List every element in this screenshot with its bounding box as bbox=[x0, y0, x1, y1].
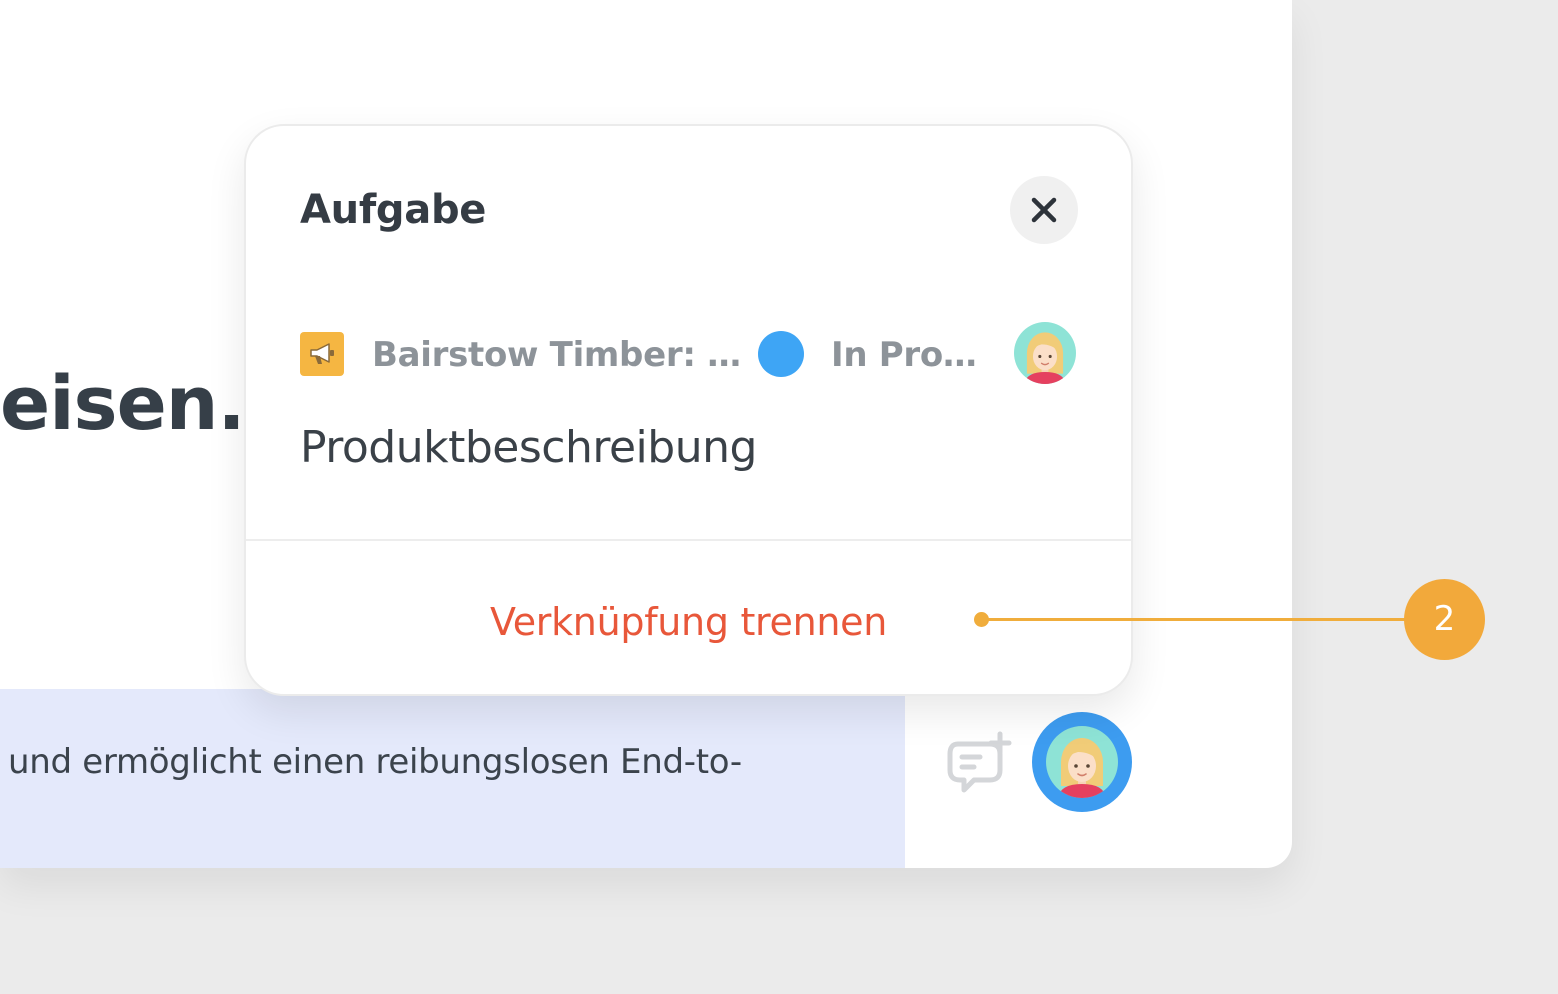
callout-line bbox=[981, 618, 1407, 621]
status-label[interactable]: In Pro… bbox=[831, 330, 977, 380]
megaphone-icon bbox=[300, 332, 344, 376]
close-button[interactable] bbox=[1010, 176, 1078, 244]
project-link[interactable]: Bairstow Timber: … bbox=[372, 330, 741, 380]
assignee-avatar[interactable] bbox=[1014, 322, 1076, 384]
status-indicator bbox=[758, 331, 804, 377]
popup-divider bbox=[246, 539, 1131, 541]
highlighted-paragraph-text: und ermöglicht einen reibungslosen End-t… bbox=[8, 742, 742, 782]
callout-anchor-dot bbox=[974, 612, 989, 627]
avatar-face-icon bbox=[1014, 322, 1076, 384]
unlink-button[interactable]: Verknüpfung trennen bbox=[246, 594, 1131, 650]
close-icon bbox=[1031, 197, 1057, 223]
callout-number-badge: 2 bbox=[1404, 579, 1485, 660]
popup-title: Aufgabe bbox=[300, 187, 487, 233]
document-heading: eisen. bbox=[0, 361, 246, 447]
comment-add-icon[interactable] bbox=[946, 730, 1016, 796]
task-popup: Aufgabe Bairstow Timber: … In Pro… Produ… bbox=[244, 124, 1133, 696]
task-name[interactable]: Produktbeschreibung bbox=[300, 418, 757, 478]
user-avatar[interactable] bbox=[1032, 712, 1132, 812]
avatar-face-icon bbox=[1046, 726, 1118, 798]
